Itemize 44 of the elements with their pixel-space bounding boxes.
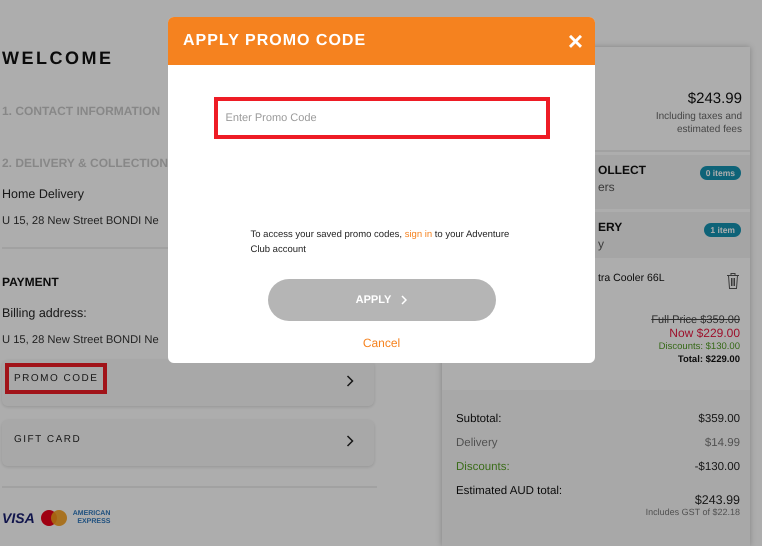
trash-icon[interactable]: [726, 272, 740, 290]
price-text: Full Price $359.00: [651, 314, 740, 327]
sign-in-message: To access your saved promo codes, sign in to your Adventure Club account: [250, 228, 510, 257]
payment-option[interactable]: GIFT CARD: [2, 420, 374, 466]
billing-address: U 15, 28 New Street BONDI Ne: [2, 334, 159, 346]
total-note: Including taxes and estimated fees: [654, 110, 742, 136]
total-value: -$130.00: [694, 461, 740, 475]
chevron-right-icon: [401, 295, 408, 305]
price-text: Discounts: $130.00: [658, 340, 740, 353]
chevron-right-icon: [346, 435, 354, 447]
visa-logo: VISA: [2, 510, 35, 526]
total-label: Delivery: [456, 437, 498, 451]
total-label: Estimated AUD total:: [456, 485, 562, 499]
group-title: OLLECT: [598, 163, 646, 177]
cancel-button[interactable]: Cancel: [356, 335, 406, 351]
chevron-right-icon: [346, 375, 354, 387]
dialog-title: APPLY PROMO CODE: [183, 32, 366, 50]
group-title: ERY: [598, 220, 622, 234]
total-label: Subtotal:: [456, 413, 502, 427]
total-value: $14.99: [704, 437, 740, 451]
promo-code-field[interactable]: Enter Promo Code: [214, 97, 550, 139]
payment-option[interactable]: PROMO CODE: [2, 360, 374, 406]
total-value: $359.00: [698, 413, 740, 427]
product-name: tra Cooler 66L: [598, 272, 665, 286]
sign-in-link[interactable]: sign in: [404, 229, 432, 240]
total-value: $243.99: [694, 493, 740, 507]
billing-label: Billing address:: [2, 306, 87, 320]
item-count-badge: 0 items: [700, 166, 741, 180]
group-subtitle: ers: [598, 180, 616, 194]
payment-heading: PAYMENT: [2, 275, 59, 289]
gst-note: Includes GST of $22.18: [646, 507, 740, 517]
delivery-text: U 15, 28 New Street BONDI Ne: [2, 215, 159, 227]
delivery-text: Home Delivery: [2, 187, 84, 201]
group-subtitle: y: [598, 237, 605, 251]
option-label: GIFT CARD: [14, 434, 82, 445]
page-title: WELCOME: [2, 48, 114, 69]
mastercard-logo: [40, 510, 67, 526]
option-label: PROMO CODE: [5, 363, 108, 394]
price-text: Now $229.00: [669, 327, 740, 340]
total-amount: $243.99: [688, 90, 742, 107]
item-count-badge: 1 item: [704, 223, 741, 237]
price-text: Total: $229.00: [678, 353, 740, 366]
total-label: Discounts:: [456, 461, 510, 475]
close-button[interactable]: ×: [568, 28, 583, 54]
